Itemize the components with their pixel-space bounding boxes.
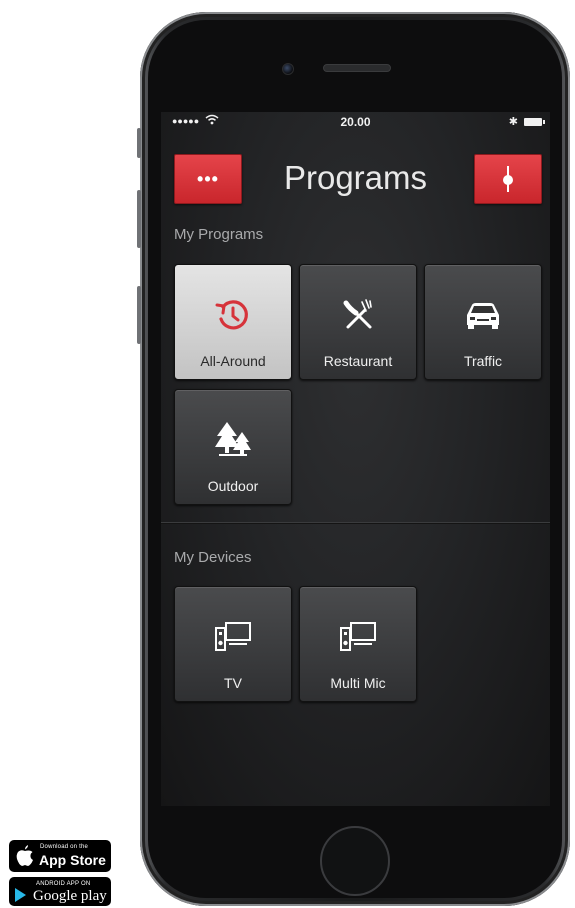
trees-icon — [175, 420, 291, 460]
google-play-badge[interactable]: ANDROID APP ON Google play — [9, 877, 111, 906]
device-label: Multi Mic — [330, 675, 386, 691]
google-play-icon — [15, 888, 26, 902]
program-label: Traffic — [463, 353, 503, 369]
home-button[interactable] — [320, 826, 390, 896]
program-label: Outdoor — [207, 478, 259, 494]
my-devices-heading: My Devices — [174, 549, 252, 566]
program-tile-all-around[interactable]: All-Around — [174, 264, 292, 380]
app-store-badge[interactable]: Download on the App Store — [9, 840, 111, 872]
mute-switch — [137, 128, 141, 158]
app-store-caption: Download on the — [40, 844, 89, 850]
section-divider — [161, 522, 550, 523]
apple-logo-icon — [16, 845, 33, 866]
all-around-icon — [175, 295, 291, 335]
program-tile-restaurant[interactable]: Restaurant — [299, 264, 417, 380]
program-label: Restaurant — [323, 353, 393, 369]
front-camera — [282, 63, 294, 75]
program-tile-outdoor[interactable]: Outdoor — [174, 389, 292, 505]
earpiece-speaker — [323, 64, 391, 72]
slider-icon — [501, 166, 515, 192]
tuning-button[interactable] — [474, 154, 542, 204]
device-label: TV — [224, 675, 242, 691]
program-tile-traffic[interactable]: Traffic — [424, 264, 542, 380]
status-time: 20.00 — [340, 115, 371, 129]
device-tile-tv[interactable]: TV — [174, 586, 292, 702]
tv-device-icon — [175, 617, 291, 657]
restaurant-icon — [300, 295, 416, 335]
app-store-label: App Store — [39, 852, 106, 868]
google-play-label: Google play — [33, 888, 107, 904]
device-tile-multi-mic[interactable]: Multi Mic — [299, 586, 417, 702]
page: ●●●●● 20.00 ✱ ••• Programs My Programs A… — [0, 0, 575, 908]
app-screen: ●●●●● 20.00 ✱ ••• Programs My Programs A… — [161, 112, 550, 806]
program-label: All-Around — [200, 353, 266, 369]
status-bar: ●●●●● 20.00 ✱ — [161, 112, 550, 132]
volume-down-button — [137, 286, 141, 344]
bluetooth-icon: ✱ — [508, 116, 518, 128]
google-play-caption: ANDROID APP ON — [36, 881, 91, 887]
volume-up-button — [137, 190, 141, 248]
multi-mic-icon — [300, 617, 416, 657]
battery-icon — [524, 118, 545, 126]
my-programs-heading: My Programs — [174, 226, 264, 243]
car-icon — [425, 295, 541, 335]
